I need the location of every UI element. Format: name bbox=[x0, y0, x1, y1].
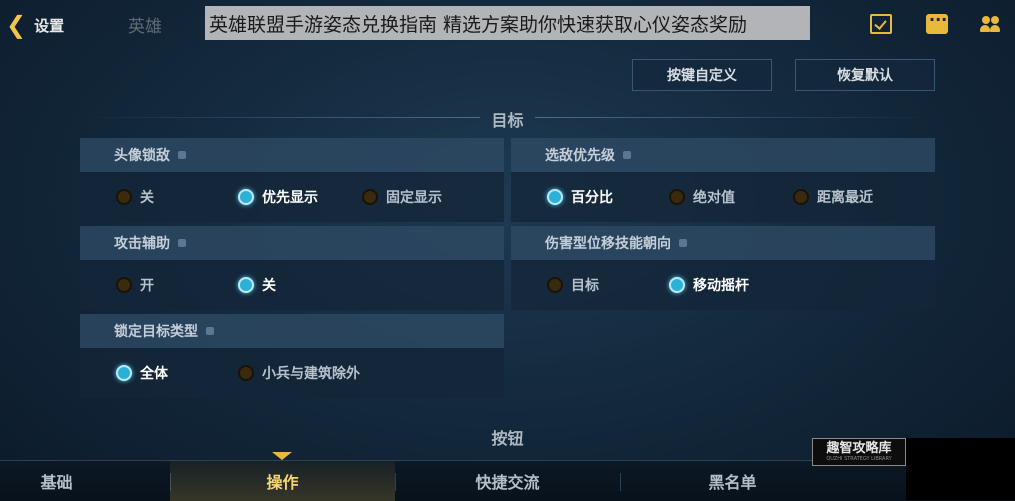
watermark-black-block bbox=[906, 438, 1015, 500]
radio-icon bbox=[793, 189, 809, 205]
option-direction-joystick[interactable]: 移动摇杆 bbox=[669, 275, 749, 295]
option-label: 优先显示 bbox=[262, 190, 318, 206]
panel-lock-target-type: 锁定目标类型 全体 小兵与建筑除外 bbox=[80, 314, 504, 398]
radio-selected-icon bbox=[238, 189, 254, 205]
info-icon[interactable] bbox=[623, 151, 631, 159]
option-label: 距离最近 bbox=[817, 190, 873, 206]
info-icon[interactable] bbox=[178, 151, 186, 159]
radio-icon bbox=[362, 189, 378, 205]
watermark-logo: 趣智攻略库 QUZHI STRATEGY LIBRARY bbox=[812, 438, 906, 466]
panel-attack-assist-header: 攻击辅助 bbox=[80, 226, 504, 260]
radio-selected-icon bbox=[116, 365, 132, 381]
panel-skill-direction-title: 伤害型位移技能朝向 bbox=[545, 236, 671, 252]
panel-enemy-priority: 选敌优先级 百分比 绝对值 距离最近 bbox=[511, 138, 935, 222]
radio-icon bbox=[116, 277, 132, 293]
overlay-title-text: 英雄联盟手游姿态兑换指南 精选方案助你快速获取心仪姿态奖励 bbox=[209, 13, 748, 36]
custom-keys-button[interactable]: 按键自定义 bbox=[632, 59, 772, 91]
panel-lock-target-type-title: 锁定目标类型 bbox=[114, 324, 198, 340]
option-lock-exclude-minions[interactable]: 小兵与建筑除外 bbox=[238, 363, 360, 383]
radio-icon bbox=[669, 189, 685, 205]
option-lock-all[interactable]: 全体 bbox=[116, 363, 168, 383]
panel-avatar-lock-options: 关 优先显示 固定显示 bbox=[80, 172, 504, 222]
option-priority-percent[interactable]: 百分比 bbox=[547, 187, 613, 207]
section-title-target: 目标 bbox=[491, 111, 524, 130]
back-button[interactable]: ❮ 设置 bbox=[6, 12, 76, 38]
panel-skill-direction-options: 目标 移动摇杆 bbox=[511, 260, 935, 310]
info-icon[interactable] bbox=[178, 239, 186, 247]
radio-icon bbox=[116, 189, 132, 205]
option-label: 百分比 bbox=[571, 190, 613, 206]
panel-attack-assist-options: 开 关 bbox=[80, 260, 504, 310]
tab-quick-chat[interactable]: 快捷交流 bbox=[395, 461, 620, 501]
tab-blacklist[interactable]: 黑名单 bbox=[620, 461, 845, 501]
info-icon[interactable] bbox=[679, 239, 687, 247]
section-divider-right bbox=[535, 117, 935, 118]
friends-icon[interactable] bbox=[980, 14, 1002, 34]
radio-icon bbox=[238, 365, 254, 381]
panel-enemy-priority-title: 选敌优先级 bbox=[545, 148, 615, 164]
option-avatar-lock-off[interactable]: 关 bbox=[116, 187, 154, 207]
top-bar: ❮ 设置 英雄 英雄联盟手游姿态兑换指南 精选方案助你快速获取心仪姿态奖励 bbox=[0, 0, 1015, 48]
bottom-tab-bar: 基础 操作 快捷交流 黑名单 bbox=[0, 460, 1015, 501]
tab-operation[interactable]: 操作 bbox=[170, 461, 395, 501]
panel-avatar-lock: 头像锁敌 关 优先显示 固定显示 bbox=[80, 138, 504, 222]
chat-icon[interactable] bbox=[926, 10, 948, 34]
option-label: 绝对值 bbox=[693, 190, 735, 206]
option-avatar-lock-priority[interactable]: 优先显示 bbox=[238, 187, 318, 207]
option-label: 开 bbox=[140, 278, 154, 294]
task-check-icon[interactable] bbox=[870, 14, 892, 34]
panel-skill-direction-header: 伤害型位移技能朝向 bbox=[511, 226, 935, 260]
panel-lock-target-type-options: 全体 小兵与建筑除外 bbox=[80, 348, 504, 398]
radio-selected-icon bbox=[547, 189, 563, 205]
radio-selected-icon bbox=[238, 277, 254, 293]
panel-enemy-priority-header: 选敌优先级 bbox=[511, 138, 935, 172]
option-label: 关 bbox=[140, 190, 154, 206]
radio-icon bbox=[547, 277, 563, 293]
panel-skill-direction: 伤害型位移技能朝向 目标 移动摇杆 bbox=[511, 226, 935, 310]
watermark-title: 趣智攻略库 bbox=[826, 441, 892, 456]
option-label: 全体 bbox=[140, 366, 168, 382]
panel-lock-target-type-header: 锁定目标类型 bbox=[80, 314, 504, 348]
overlay-title-banner: 英雄联盟手游姿态兑换指南 精选方案助你快速获取心仪姿态奖励 bbox=[205, 6, 810, 40]
panel-attack-assist: 攻击辅助 开 关 bbox=[80, 226, 504, 310]
option-priority-absolute[interactable]: 绝对值 bbox=[669, 187, 735, 207]
option-label: 目标 bbox=[571, 278, 599, 294]
back-chevron-icon: ❮ bbox=[6, 11, 27, 39]
panel-enemy-priority-options: 百分比 绝对值 距离最近 bbox=[511, 172, 935, 222]
option-label: 关 bbox=[262, 278, 276, 294]
panel-avatar-lock-header: 头像锁敌 bbox=[80, 138, 504, 172]
panel-attack-assist-title: 攻击辅助 bbox=[114, 236, 170, 252]
option-attack-assist-off[interactable]: 关 bbox=[238, 275, 276, 295]
watermark-subtitle: QUZHI STRATEGY LIBRARY bbox=[826, 456, 892, 462]
option-label: 移动摇杆 bbox=[693, 278, 749, 294]
tab-basic[interactable]: 基础 bbox=[0, 461, 169, 501]
info-icon[interactable] bbox=[206, 327, 214, 335]
option-direction-target[interactable]: 目标 bbox=[547, 275, 599, 295]
panel-avatar-lock-title: 头像锁敌 bbox=[114, 148, 170, 164]
restore-default-button[interactable]: 恢复默认 bbox=[795, 59, 935, 91]
title-prefix: 英雄 bbox=[128, 17, 162, 37]
option-priority-nearest[interactable]: 距离最近 bbox=[793, 187, 873, 207]
back-label: 设置 bbox=[34, 16, 65, 35]
option-label: 固定显示 bbox=[386, 190, 442, 206]
option-label: 小兵与建筑除外 bbox=[262, 366, 360, 382]
radio-selected-icon bbox=[669, 277, 685, 293]
option-avatar-lock-fixed[interactable]: 固定显示 bbox=[362, 187, 442, 207]
option-attack-assist-on[interactable]: 开 bbox=[116, 275, 154, 295]
